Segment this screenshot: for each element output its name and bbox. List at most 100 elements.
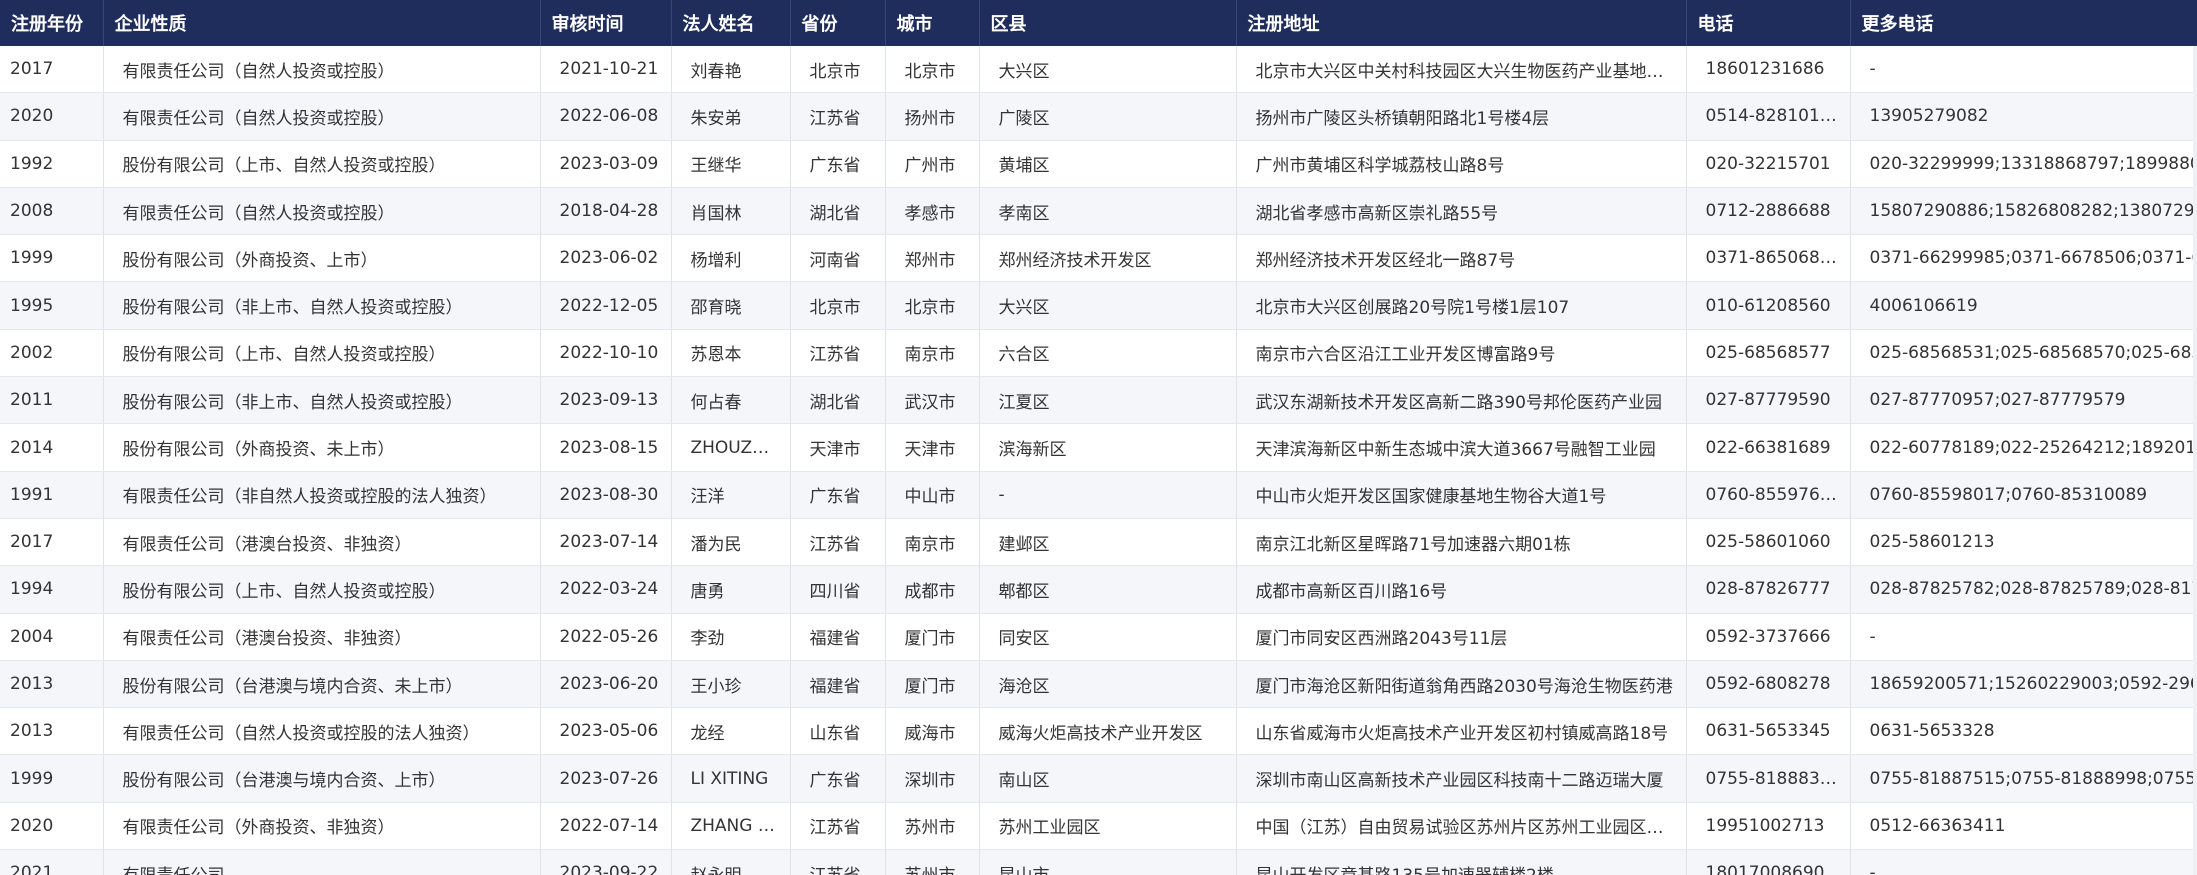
cell-legal-rep: 肖国林 — [671, 187, 791, 236]
cell-phone: 0371-86506868 — [1686, 234, 1851, 283]
cell-province: 福建省 — [790, 613, 886, 661]
table-row[interactable]: 2020 有限责任公司（自然人投资或控股） 2022-06-08 朱安弟 江苏省 扬州市广… — [0, 92, 2197, 141]
cell-review-date: 2023-09-22 — [540, 849, 672, 875]
cell-reg-year: 2008 — [0, 187, 104, 236]
table-row[interactable]: 2013 有限责任公司（自然人投资或控股的法人独资） 2023-05-06 龙经 山东省… — [0, 707, 2197, 756]
column-header-address[interactable]: 注册地址 — [1236, 0, 1687, 46]
cell-city: 厦门市 — [885, 613, 980, 661]
column-header-review-date[interactable]: 审核时间 — [540, 0, 672, 46]
column-header-city[interactable]: 城市 — [885, 0, 980, 46]
cell-district: 广陵区 — [979, 92, 1237, 141]
cell-province: 湖北省 — [790, 187, 886, 236]
table-row[interactable]: 2017 有限责任公司（港澳台投资、非独资） 2023-07-14 潘为民 江苏省 南京市… — [0, 518, 2197, 567]
table-row[interactable]: 2014 股份有限公司（外商投资、未上市） 2023-08-15 ZHOUZEQI 天津… — [0, 423, 2197, 472]
cell-legal-rep: ZHANG TAO — [671, 802, 791, 851]
cell-legal-rep: 龙经 — [671, 707, 791, 756]
cell-address: 湖北省孝感市高新区崇礼路55号 — [1236, 187, 1687, 236]
cell-address: 中山市火炬开发区国家健康基地生物谷大道1号 — [1236, 471, 1687, 519]
cell-reg-year: 1992 — [0, 140, 104, 188]
cell-more-phones: - — [1850, 46, 2197, 94]
cell-province: 山东省 — [790, 707, 886, 756]
cell-company-type: 股份有限公司（上市、自然人投资或控股） — [103, 565, 541, 614]
cell-district: 建邺区 — [979, 518, 1237, 567]
table-row[interactable]: 1999 股份有限公司（台港澳与境内合资、上市） 2023-07-26 LI XITI… — [0, 754, 2197, 803]
table-row[interactable]: 2008 有限责任公司（自然人投资或控股） 2018-04-28 肖国林 湖北省 孝感市孝… — [0, 187, 2197, 236]
cell-phone: 18601231686 — [1686, 46, 1851, 94]
table-row[interactable]: 1991 有限责任公司（非自然人投资或控股的法人独资） 2023-08-30 汪洋 广东… — [0, 471, 2197, 519]
table-row[interactable]: 1995 股份有限公司（非上市、自然人投资或控股） 2022-12-05 邵育晓 北京市… — [0, 281, 2197, 330]
cell-district: 黄埔区 — [979, 140, 1237, 188]
cell-address: 中国（江苏）自由贸易试验区苏州片区苏州工业园区星湖街218号 — [1236, 802, 1687, 851]
cell-city: 南京市 — [885, 329, 980, 378]
cell-legal-rep: 王小珍 — [671, 660, 791, 709]
data-table-container[interactable]: 注册年份 企业性质 审核时间 法人姓名 省份 城市 区县 注册地址 电话 更多电… — [0, 0, 2197, 875]
cell-province: 天津市 — [790, 423, 886, 472]
cell-address: 武汉东湖新技术开发区高新二路390号邦伦医药产业园 — [1236, 376, 1687, 425]
cell-company-type: 有限责任公司 — [103, 849, 541, 875]
cell-more-phones: 0512-66363411 — [1850, 802, 2197, 851]
cell-legal-rep: 杨增利 — [671, 234, 791, 283]
cell-address: 扬州市广陵区头桥镇朝阳路北1号楼4层 — [1236, 92, 1687, 141]
cell-phone: 022-66381689 — [1686, 423, 1851, 472]
table-row[interactable]: 2013 股份有限公司（台港澳与境内合资、未上市） 2023-06-20 王小珍 福建省… — [0, 660, 2197, 709]
column-header-phone[interactable]: 电话 — [1686, 0, 1851, 46]
cell-more-phones: 022-60778189;022-25264212;1892015 — [1850, 423, 2197, 472]
table-row[interactable]: 2020 有限责任公司（外商投资、非独资） 2022-07-14 ZHANG TAO 江… — [0, 802, 2197, 851]
table-row[interactable]: 2004 有限责任公司（港澳台投资、非独资） 2022-05-26 李劲 福建省 厦门市同… — [0, 613, 2197, 661]
cell-city: 北京市 — [885, 46, 980, 94]
cell-district: 滨海新区 — [979, 423, 1237, 472]
cell-reg-year: 1995 — [0, 281, 104, 330]
cell-district: 郑州经济技术开发区 — [979, 234, 1237, 283]
cell-more-phones: 0371-66299985;0371-6678506;0371-6 — [1850, 234, 2197, 283]
cell-phone: 0631-5653345 — [1686, 707, 1851, 756]
cell-phone: 025-68568577 — [1686, 329, 1851, 378]
cell-city: 北京市 — [885, 281, 980, 330]
cell-reg-year: 2014 — [0, 423, 104, 472]
cell-more-phones: 13905279082 — [1850, 92, 2197, 141]
cell-legal-rep: 邵育晓 — [671, 281, 791, 330]
cell-phone: 027-87779590 — [1686, 376, 1851, 425]
cell-company-type: 有限责任公司（外商投资、非独资） — [103, 802, 541, 851]
table-row[interactable]: 2002 股份有限公司（上市、自然人投资或控股） 2022-10-10 苏恩本 江苏省南… — [0, 329, 2197, 378]
table-row[interactable]: 1999 股份有限公司（外商投资、上市） 2023-06-02 杨增利 河南省 郑州市 郑州… — [0, 234, 2197, 283]
cell-reg-year: 1994 — [0, 565, 104, 614]
header-row: 注册年份 企业性质 审核时间 法人姓名 省份 城市 区县 注册地址 电话 更多电… — [0, 0, 2197, 46]
cell-more-phones: 0760-85598017;0760-85310089 — [1850, 471, 2197, 519]
cell-province: 北京市 — [790, 46, 886, 94]
cell-phone: 19951002713 — [1686, 802, 1851, 851]
cell-more-phones: 025-58601213 — [1850, 518, 2197, 567]
column-header-company-type[interactable]: 企业性质 — [103, 0, 541, 46]
cell-more-phones: 18659200571;15260229003;0592-2965 — [1850, 660, 2197, 709]
column-header-province[interactable]: 省份 — [790, 0, 886, 46]
table-row[interactable]: 1992 股份有限公司（上市、自然人投资或控股） 2023-03-09 王继华 广东省广… — [0, 140, 2197, 188]
table-row[interactable]: 2021有限责任公司2023-09-22赵永明江苏省苏州市昆山市昆山开发区章基路… — [0, 849, 2197, 875]
cell-legal-rep: 赵永明 — [671, 849, 791, 875]
cell-legal-rep: 唐勇 — [671, 565, 791, 614]
cell-city: 广州市 — [885, 140, 980, 188]
cell-more-phones: 027-87770957;027-87779579 — [1850, 376, 2197, 425]
column-header-reg-year[interactable]: 注册年份 — [0, 0, 104, 46]
cell-phone: 0592-3737666 — [1686, 613, 1851, 661]
column-header-district[interactable]: 区县 — [979, 0, 1237, 46]
table-row[interactable]: 2011 股份有限公司（非上市、自然人投资或控股） 2023-09-13 何占春 湖北省… — [0, 376, 2197, 425]
horizontal-overflow-edge — [2193, 46, 2197, 875]
cell-district: 大兴区 — [979, 46, 1237, 94]
column-header-legal-rep[interactable]: 法人姓名 — [671, 0, 791, 46]
column-header-more-phones[interactable]: 更多电话 — [1850, 0, 2197, 46]
table-row[interactable]: 2017 有限责任公司（自然人投资或控股） 2021-10-21 刘春艳 北京市 北京市大… — [0, 46, 2197, 94]
cell-reg-year: 1991 — [0, 471, 104, 519]
cell-province: 江苏省 — [790, 329, 886, 378]
cell-district: 南山区 — [979, 754, 1237, 803]
cell-review-date: 2022-05-26 — [540, 613, 672, 661]
table-row[interactable]: 1994 股份有限公司（上市、自然人投资或控股） 2022-03-24 唐勇 四川省 成都… — [0, 565, 2197, 614]
cell-legal-rep: 朱安弟 — [671, 92, 791, 141]
cell-address: 广州市黄埔区科学城荔枝山路8号 — [1236, 140, 1687, 188]
cell-district: 六合区 — [979, 329, 1237, 378]
cell-province: 江苏省 — [790, 802, 886, 851]
cell-legal-rep: 潘为民 — [671, 518, 791, 567]
cell-address: 南京市六合区沿江工业开发区博富路9号 — [1236, 329, 1687, 378]
cell-district: 郫都区 — [979, 565, 1237, 614]
cell-province: 江苏省 — [790, 849, 886, 875]
cell-legal-rep: LI XITING — [671, 754, 791, 803]
cell-review-date: 2022-06-08 — [540, 92, 672, 141]
